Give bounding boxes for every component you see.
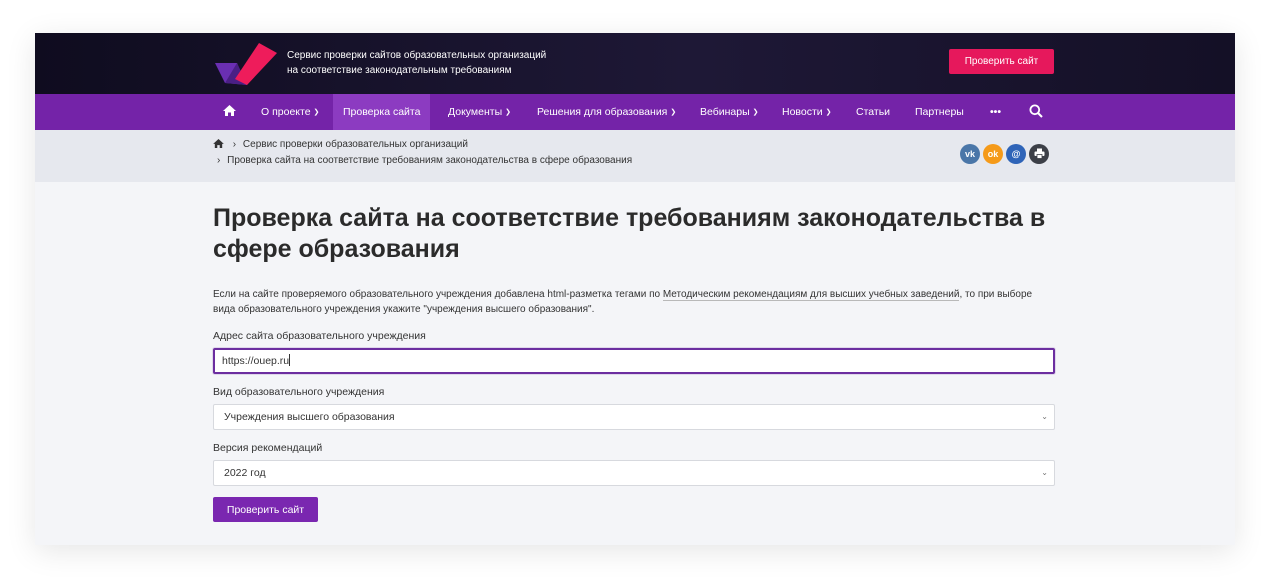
chevron-down-icon: ⌄ (1041, 468, 1048, 477)
chevron-down-icon: ⌄ (1041, 412, 1048, 421)
header-check-site-button[interactable]: Проверить сайт (949, 49, 1054, 74)
check-site-submit-button[interactable]: Проверить сайт (213, 497, 318, 522)
chevron-down-icon: ❯ (825, 109, 832, 116)
url-field-label: Адрес сайта образовательного учреждения (213, 330, 426, 342)
main-nav: О проекте ❯ Проверка сайта Документы ❯ Реш… (35, 94, 1235, 130)
home-icon[interactable] (213, 139, 224, 148)
url-input[interactable]: https://ouep.ru (213, 348, 1055, 374)
home-icon[interactable] (223, 94, 236, 130)
print-icon[interactable] (1029, 144, 1049, 164)
page-title: Проверка сайта на соответствие требовани… (213, 204, 1046, 263)
site-tagline: Сервис проверки сайтов образовательных о… (287, 48, 546, 78)
nav-item-label: Статьи (856, 106, 891, 118)
mail-share-icon[interactable]: @ (1006, 144, 1026, 164)
nav-item-label: Документы (448, 106, 503, 118)
nav-item-documents[interactable]: Документы ❯ (448, 94, 511, 130)
more-icon[interactable]: ••• (990, 94, 1001, 130)
recommendations-version-value: 2022 год (224, 467, 266, 479)
tagline-line2: на соответствие законодательным требован… (287, 65, 512, 76)
nav-item-label: Вебинары (700, 106, 750, 118)
site-logo[interactable] (213, 41, 277, 85)
breadcrumb-separator-icon: › (217, 155, 221, 166)
nav-item-articles[interactable]: Статьи (856, 94, 890, 130)
nav-item-solutions[interactable]: Решения для образования ❯ (537, 94, 676, 130)
tagline-line1: Сервис проверки сайтов образовательных о… (287, 50, 547, 61)
breadcrumb-item-service[interactable]: Сервис проверки образовательных организа… (243, 139, 468, 150)
nav-item-site-check[interactable]: Проверка сайта (333, 94, 431, 130)
institution-type-value: Учреждения высшего образования (224, 411, 395, 423)
nav-item-label: Партнеры (915, 106, 964, 118)
recommendations-version-select[interactable]: 2022 год ⌄ (213, 460, 1055, 486)
search-icon[interactable] (1029, 94, 1043, 130)
institution-type-label: Вид образовательного учреждения (213, 386, 385, 398)
chevron-down-icon: ❯ (670, 109, 677, 116)
page-frame: Сервис проверки сайтов образовательных о… (35, 33, 1235, 545)
intro-text-before: Если на сайте проверяемого образовательн… (213, 289, 663, 300)
breadcrumb-separator-icon: › (232, 139, 237, 150)
site-header: Сервис проверки сайтов образовательных о… (35, 33, 1235, 94)
breadcrumb-item-current: Проверка сайта на соответствие требовани… (227, 155, 633, 166)
chevron-down-icon: ❯ (313, 109, 320, 116)
chevron-down-icon: ❯ (505, 109, 512, 116)
nav-item-label: Решения для образования (537, 106, 668, 118)
nav-item-about[interactable]: О проекте ❯ (261, 94, 319, 130)
institution-type-select[interactable]: Учреждения высшего образования ⌄ (213, 404, 1055, 430)
recommendations-version-label: Версия рекомендаций (213, 442, 323, 454)
ok-share-icon[interactable]: ok (983, 144, 1003, 164)
intro-text: Если на сайте проверяемого образовательн… (213, 287, 1055, 317)
text-cursor (289, 354, 291, 366)
breadcrumb: › Сервис проверки образовательных органи… (35, 130, 1235, 182)
nav-item-label: Новости (782, 106, 823, 118)
nav-item-label: О проекте (261, 106, 311, 118)
nav-item-label: Проверка сайта (343, 106, 421, 118)
vk-share-icon[interactable]: vk (960, 144, 980, 164)
chevron-down-icon: ❯ (752, 109, 759, 116)
nav-item-webinars[interactable]: Вебинары ❯ (700, 94, 759, 130)
nav-item-news[interactable]: Новости ❯ (782, 94, 832, 130)
url-input-value: https://ouep.ru (222, 355, 290, 367)
nav-item-partners[interactable]: Партнеры (915, 94, 964, 130)
methodical-recommendations-link[interactable]: Методическим рекомендациям для высших уч… (662, 289, 960, 301)
